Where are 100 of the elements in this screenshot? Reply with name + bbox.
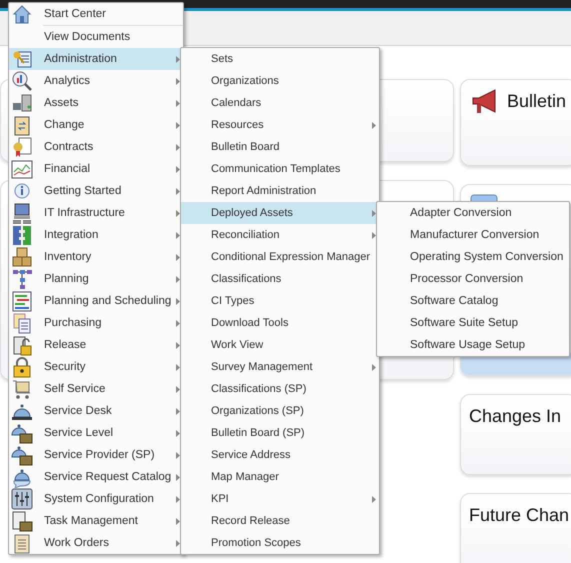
menu-item[interactable]: Planning and Scheduling: [9, 290, 183, 312]
padlock-icon: [11, 356, 33, 378]
menu-item[interactable]: Promotion Scopes: [181, 532, 379, 554]
menu-item[interactable]: Operating System Conversion: [377, 246, 569, 268]
computer-icon: [11, 202, 33, 224]
computer-tools-icon: [11, 92, 33, 114]
submenu-arrow-icon: [176, 364, 180, 371]
certificate-icon: [11, 136, 33, 158]
menu-item[interactable]: Integration: [9, 224, 183, 246]
menu-item[interactable]: Analytics: [9, 70, 183, 92]
submenu-arrow-icon: [176, 144, 180, 151]
menu-item[interactable]: Getting Started: [9, 180, 183, 202]
submenu-arrow-icon: [176, 496, 180, 503]
submenu-arrow-icon: [372, 122, 376, 129]
menu-item[interactable]: Contracts: [9, 136, 183, 158]
menu-item[interactable]: Classifications: [181, 268, 379, 290]
submenu-arrow-icon: [176, 122, 180, 129]
menu-item[interactable]: Download Tools: [181, 312, 379, 334]
integration-icon: [11, 224, 33, 246]
house-icon: [11, 3, 33, 25]
menu-item[interactable]: System Configuration: [9, 488, 183, 510]
menu-item[interactable]: Work View: [181, 334, 379, 356]
clipboard-lock-icon: [11, 334, 33, 356]
card-title: Future Chan: [469, 504, 570, 527]
submenu-arrow-icon: [372, 496, 376, 503]
menu-item[interactable]: Reconciliation: [181, 224, 379, 246]
submenu-arrow-icon: [372, 210, 376, 217]
submenu-arrow-icon: [176, 78, 180, 85]
submenu-arrow-icon: [176, 210, 180, 217]
menu-item[interactable]: Organizations: [181, 70, 379, 92]
menu-item[interactable]: Bulletin Board: [181, 136, 379, 158]
menu-item[interactable]: Organizations (SP): [181, 400, 379, 422]
menu-item[interactable]: Administration: [9, 48, 183, 70]
menu-item[interactable]: Bulletin Board (SP): [181, 422, 379, 444]
submenu-arrow-icon: [176, 452, 180, 459]
boxes-icon: [11, 246, 33, 268]
menu-item[interactable]: Survey Management: [181, 356, 379, 378]
menu-item[interactable]: Adapter Conversion: [377, 202, 569, 224]
menu-item[interactable]: Financial: [9, 158, 183, 180]
menu-item[interactable]: Self Service: [9, 378, 183, 400]
submenu-arrow-icon: [372, 232, 376, 239]
menu-item[interactable]: Release: [9, 334, 183, 356]
menu-item[interactable]: Processor Conversion: [377, 268, 569, 290]
submenu-arrow-icon: [176, 232, 180, 239]
menu-item[interactable]: Planning: [9, 268, 183, 290]
menu-item[interactable]: View Documents: [9, 26, 183, 48]
menu-item[interactable]: Service Request Catalog: [9, 466, 183, 488]
submenu-arrow-icon: [372, 364, 376, 371]
bell-briefcase-icon: [11, 422, 33, 444]
menu-item[interactable]: Inventory: [9, 246, 183, 268]
submenu-arrow-icon: [176, 430, 180, 437]
menu-item[interactable]: Purchasing: [9, 312, 183, 334]
menu-item[interactable]: IT Infrastructure: [9, 202, 183, 224]
menu-item[interactable]: Task Management: [9, 510, 183, 532]
menu-item[interactable]: Communication Templates: [181, 158, 379, 180]
menu-item[interactable]: Resources: [181, 114, 379, 136]
menu-item[interactable]: Service Address: [181, 444, 379, 466]
menu-item[interactable]: Software Catalog: [377, 290, 569, 312]
submenu-arrow-icon: [176, 386, 180, 393]
schedule-icon: [11, 290, 33, 312]
menu-item[interactable]: Calendars: [181, 92, 379, 114]
menu-item[interactable]: Service Desk: [9, 400, 183, 422]
submenu-arrow-icon: [176, 540, 180, 547]
submenu-arrow-icon: [176, 408, 180, 415]
submenu-arrow-icon: [176, 342, 180, 349]
menu-item[interactable]: Conditional Expression Manager: [181, 246, 379, 268]
menu-item[interactable]: CI Types: [181, 290, 379, 312]
menu-item[interactable]: Work Orders: [9, 532, 183, 554]
menu-item[interactable]: Record Release: [181, 510, 379, 532]
menu-item[interactable]: Deployed Assets: [181, 202, 379, 224]
clipboard-briefcase-icon: [11, 510, 33, 532]
menu-item[interactable]: Classifications (SP): [181, 378, 379, 400]
line-chart-icon: [11, 158, 33, 180]
card-title: Bulletin: [507, 90, 566, 113]
submenu-arrow-icon: [176, 100, 180, 107]
menu-item[interactable]: Assets: [9, 92, 183, 114]
shopping-cart-icon: [11, 378, 33, 400]
submenu-arrow-icon: [176, 276, 180, 283]
bell-briefcase-icon: [11, 444, 33, 466]
menu-item[interactable]: Manufacturer Conversion: [377, 224, 569, 246]
flowchart-icon: [11, 268, 33, 290]
menu-item[interactable]: Service Provider (SP): [9, 444, 183, 466]
submenu-arrow-icon: [176, 166, 180, 173]
menu-item[interactable]: Software Suite Setup: [377, 312, 569, 334]
submenu-arrow-icon: [176, 518, 180, 525]
submenu-arrow-icon: [176, 254, 180, 261]
card-title: Changes In: [469, 405, 562, 428]
submenu-arrow-icon: [176, 474, 180, 481]
submenu-arrow-icon: [176, 298, 180, 305]
menu-item[interactable]: Change: [9, 114, 183, 136]
menu-item[interactable]: Report Administration: [181, 180, 379, 202]
menu-item[interactable]: Map Manager: [181, 466, 379, 488]
menu-item[interactable]: KPI: [181, 488, 379, 510]
menu-item[interactable]: Start Center: [9, 3, 183, 25]
menu-item[interactable]: Service Level: [9, 422, 183, 444]
submenu-arrow-icon: [176, 188, 180, 195]
menu-item[interactable]: Software Usage Setup: [377, 334, 569, 356]
menu-item[interactable]: Sets: [181, 48, 379, 70]
menu-item[interactable]: Security: [9, 356, 183, 378]
magnifier-chart-icon: [11, 70, 33, 92]
